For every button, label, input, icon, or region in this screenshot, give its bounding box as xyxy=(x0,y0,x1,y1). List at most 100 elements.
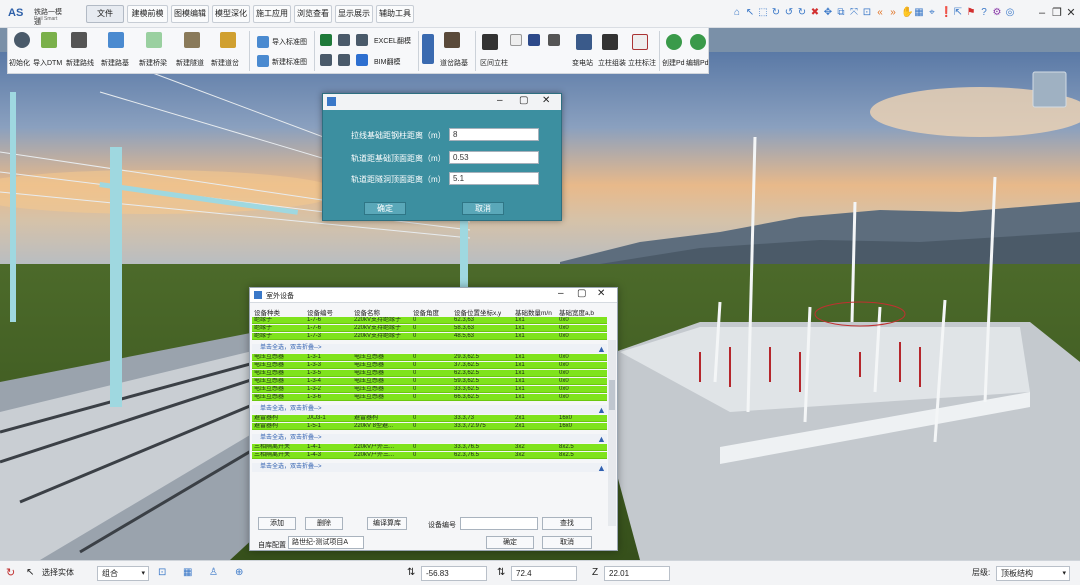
close-icon[interactable]: ✕ xyxy=(542,95,550,106)
combine-select[interactable]: 组合 ▾ xyxy=(97,566,149,581)
table-row[interactable]: 电压互感器 1-3-5 电压互感器 0 62.3,62.5 1x1 0x0 xyxy=(252,370,607,377)
pole-b-icon[interactable] xyxy=(528,34,540,46)
select-entity[interactable]: 选择实体 xyxy=(42,566,74,580)
new-route-icon[interactable] xyxy=(71,32,87,48)
window-select-icon[interactable]: ⬚ xyxy=(758,6,768,20)
help-icon[interactable]: ? xyxy=(979,6,989,20)
turnout-subgrade-icon[interactable] xyxy=(444,32,460,48)
excel-icon[interactable] xyxy=(320,34,332,46)
prev-view-icon[interactable]: « xyxy=(875,6,885,20)
maximize-icon[interactable]: ❐ xyxy=(1050,5,1064,21)
home-icon[interactable]: ⌂ xyxy=(732,6,742,20)
cancel-button[interactable]: 取消 xyxy=(542,536,592,549)
ribbon-section-pole[interactable]: 区间立柱 xyxy=(480,59,508,68)
table-row[interactable]: 绝缘子 1-7-6 220kV支持绝缘子 0 58.3,63 1x1 0x0 xyxy=(252,325,607,332)
track-tunnel-input[interactable]: 5.1 xyxy=(449,172,539,185)
menu-modeling[interactable]: 建模前模 xyxy=(127,5,168,23)
pan-icon[interactable]: ✋ xyxy=(901,6,913,20)
select-icon[interactable]: ↖ xyxy=(745,6,755,20)
ok-button[interactable]: 确定 xyxy=(364,202,406,215)
table-row[interactable]: 三相隔离开关 1-4-1 220kV户外三... 0 33.3,76.5 3x2 8x2.5 xyxy=(252,444,607,451)
search-button[interactable]: 查找 xyxy=(542,517,592,530)
group-header[interactable]: 单击全选，双击折叠--> xyxy=(252,344,607,353)
compile-button[interactable]: 编译算库 xyxy=(367,517,407,530)
pin-icon[interactable]: ⚑ xyxy=(966,6,976,20)
menu-display[interactable]: 显示展示 xyxy=(335,5,373,23)
collapse-icon[interactable]: ▲ xyxy=(597,463,606,473)
globe-icon[interactable]: ◎ xyxy=(1005,6,1015,20)
ribbon-create-pd[interactable]: 创建Pd xyxy=(662,59,685,68)
ribbon-turnout-subgrade[interactable]: 道岔路基 xyxy=(440,59,468,68)
collapse-icon[interactable]: ▲ xyxy=(597,434,606,444)
table-row[interactable]: 避雷器构 1-5-1 220kV 8型避... 0 33.3,72.975 2x1 16x0 xyxy=(252,423,607,430)
ribbon-new-turnout[interactable]: 新建道岔 xyxy=(211,59,239,68)
snap-icon[interactable]: ⌖ xyxy=(927,6,937,20)
ok-button[interactable]: 确定 xyxy=(486,536,534,549)
excel-import-icon[interactable] xyxy=(338,34,350,46)
table-row[interactable]: 绝缘子 1-7-6 220kV支持绝缘子 0 62.3,63 1x1 0x0 xyxy=(252,317,607,324)
excel-export-icon[interactable] xyxy=(356,34,368,46)
minimize-icon[interactable]: – xyxy=(497,95,503,106)
ribbon-new-bridge[interactable]: 新建桥梁 xyxy=(139,59,167,68)
collapse-icon[interactable]: ▲ xyxy=(597,405,606,415)
z-coordinate[interactable]: 22.01 xyxy=(604,566,670,581)
substation-icon[interactable] xyxy=(576,34,592,50)
ribbon-new-tunnel[interactable]: 新建隧道 xyxy=(176,59,204,68)
minimize-icon[interactable]: – xyxy=(1035,5,1049,21)
pointer-icon[interactable]: ↖ xyxy=(26,566,34,580)
table-row[interactable]: 绝缘子 1-7-3 220kV支持绝缘子 0 48.5,63 1x1 0x0 xyxy=(252,333,607,340)
import-dtm-icon[interactable] xyxy=(41,32,57,48)
table-scrollbar[interactable] xyxy=(608,340,616,526)
fit-icon[interactable]: ⤧ xyxy=(849,6,859,20)
grid-icon[interactable]: ▦ xyxy=(183,566,192,580)
menu-construction[interactable]: 施工应用 xyxy=(253,5,291,23)
cancel-button[interactable]: 取消 xyxy=(462,202,504,215)
rotate-icon[interactable]: ↻ xyxy=(771,6,781,20)
list-icon[interactable] xyxy=(422,34,434,64)
pole-assembly-icon[interactable] xyxy=(602,34,618,50)
config-field[interactable]: 路世纪-测试项目A xyxy=(288,536,364,549)
ribbon-import-standard[interactable]: 导入标准图 xyxy=(272,38,307,47)
cursor-icon[interactable]: ⇱ xyxy=(953,6,963,20)
new-standard-icon[interactable] xyxy=(257,55,269,67)
layer-select[interactable]: 顶板结构 ▾ xyxy=(996,566,1070,581)
group-header[interactable]: 单击全选，双击折叠--> xyxy=(252,434,607,443)
bim-icon[interactable] xyxy=(356,54,368,66)
group-header[interactable]: 单击全选，双击折叠--> xyxy=(252,463,607,472)
ribbon-bim[interactable]: BIM翻模 xyxy=(374,58,400,67)
add-button[interactable]: 添加 xyxy=(258,517,296,530)
table-row[interactable]: 电压互感器 1-3-4 电压互感器 0 59.3,62.5 1x1 0x0 xyxy=(252,378,607,385)
undo-icon[interactable]: ↺ xyxy=(784,6,794,20)
menu-file[interactable]: 文件 xyxy=(86,5,124,23)
minimize-icon[interactable]: – xyxy=(558,288,564,299)
bim-a-icon[interactable] xyxy=(320,54,332,66)
settings-icon[interactable]: ⚙ xyxy=(992,6,1002,20)
anchor-distance-input[interactable]: 8 xyxy=(449,128,539,141)
ribbon-init[interactable]: 初始化 xyxy=(9,59,30,68)
collapse-icon[interactable]: ▲ xyxy=(597,344,606,354)
table-row[interactable]: 电压互感器 1-3-1 电压互感器 0 29.3,62.5 1x1 0x0 xyxy=(252,354,607,361)
next-view-icon[interactable]: » xyxy=(888,6,898,20)
redo-icon[interactable]: ↻ xyxy=(797,6,807,20)
table-row[interactable]: 三相隔离开关 1-4-3 220kV户外三... 0 62.3,76.5 3x2 8x2.5 xyxy=(252,452,607,459)
scroll-thumb[interactable] xyxy=(609,380,615,410)
import-standard-icon[interactable] xyxy=(257,36,269,48)
ortho-icon[interactable]: ⊕ xyxy=(235,566,243,580)
person-icon[interactable]: ♙ xyxy=(209,566,218,580)
table-row[interactable]: 电压互感器 1-3-6 电压互感器 0 66.3,62.5 1x1 0x0 xyxy=(252,394,607,401)
x-coordinate[interactable]: -56.83 xyxy=(421,566,487,581)
snap-icon[interactable]: ⊡ xyxy=(158,566,166,580)
new-subgrade-icon[interactable] xyxy=(108,32,124,48)
ribbon-excel[interactable]: EXCEL翻模 xyxy=(374,37,411,46)
delete-icon[interactable]: ✖ xyxy=(810,6,820,20)
grid-icon[interactable]: ▦ xyxy=(914,6,924,20)
ribbon-pole-assembly[interactable]: 立柱组装 xyxy=(598,59,626,68)
menu-browse[interactable]: 浏览查看 xyxy=(294,5,332,23)
track-foundation-input[interactable]: 0.53 xyxy=(449,151,539,164)
pole-label-icon[interactable] xyxy=(632,34,648,50)
delete-button[interactable]: 删除 xyxy=(305,517,343,530)
ribbon-new-route[interactable]: 新建路线 xyxy=(66,59,94,68)
menu-tools[interactable]: 辅助工具 xyxy=(376,5,414,23)
new-bridge-icon[interactable] xyxy=(146,32,162,48)
table-row[interactable]: 避雷器构 JXJ3-1 避雷器构 0 33.3,73 2x1 16x0 xyxy=(252,415,607,422)
